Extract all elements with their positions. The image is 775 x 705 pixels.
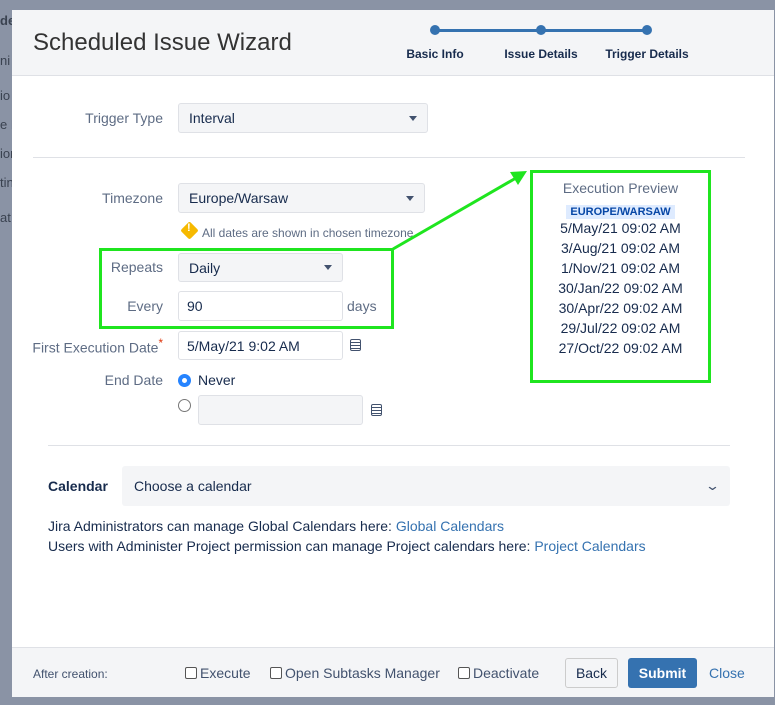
close-button[interactable]: Close bbox=[709, 665, 745, 681]
back-button[interactable]: Back bbox=[565, 658, 618, 688]
highlight-arrow bbox=[392, 171, 527, 251]
deactivate-checkbox[interactable]: Deactivate bbox=[458, 665, 539, 681]
submit-button[interactable]: Submit bbox=[628, 658, 697, 688]
after-creation-label: After creation: bbox=[33, 667, 108, 681]
execute-checkbox[interactable]: Execute bbox=[185, 665, 251, 681]
open-subtasks-checkbox[interactable]: Open Subtasks Manager bbox=[270, 665, 440, 681]
